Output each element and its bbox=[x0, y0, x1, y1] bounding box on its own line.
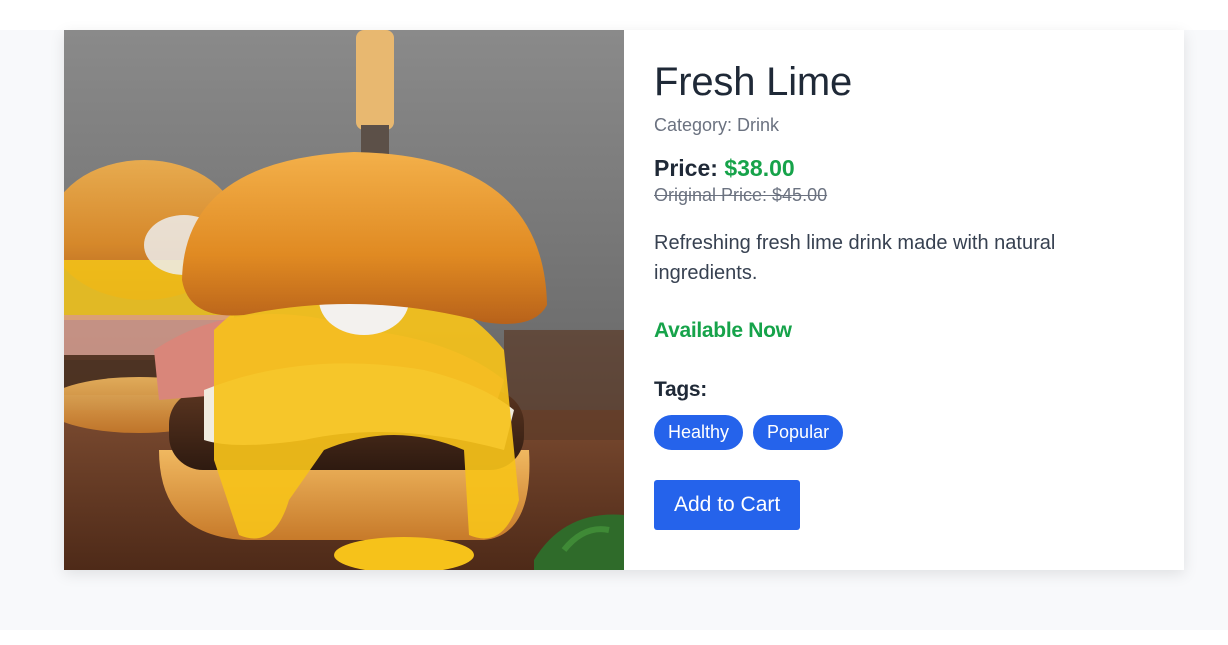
tag-popular[interactable]: Popular bbox=[753, 415, 844, 450]
product-description: Refreshing fresh lime drink made with na… bbox=[654, 232, 1056, 284]
tag-list: Healthy Popular bbox=[654, 415, 1154, 450]
product-title: Fresh Lime bbox=[654, 60, 853, 104]
add-to-cart-button[interactable]: Add to Cart bbox=[654, 480, 801, 530]
tags-heading: Tags: bbox=[654, 378, 707, 401]
product-info: Fresh Lime Category: Drink Price: $38.00… bbox=[624, 30, 1184, 570]
original-price: Original Price: $45.00 bbox=[654, 185, 828, 205]
price-row: Price: $38.00 bbox=[654, 154, 1154, 182]
category-value: Drink bbox=[737, 115, 780, 135]
availability-status: Available Now bbox=[654, 319, 792, 342]
price-label: Price: bbox=[654, 155, 725, 181]
price-value: $38.00 bbox=[724, 155, 795, 181]
product-card: Fresh Lime Category: Drink Price: $38.00… bbox=[64, 30, 1184, 570]
product-category: Category: Drink bbox=[654, 114, 1154, 136]
tag-healthy[interactable]: Healthy bbox=[654, 415, 744, 450]
category-label: Category: bbox=[654, 115, 738, 135]
product-image bbox=[64, 30, 624, 570]
